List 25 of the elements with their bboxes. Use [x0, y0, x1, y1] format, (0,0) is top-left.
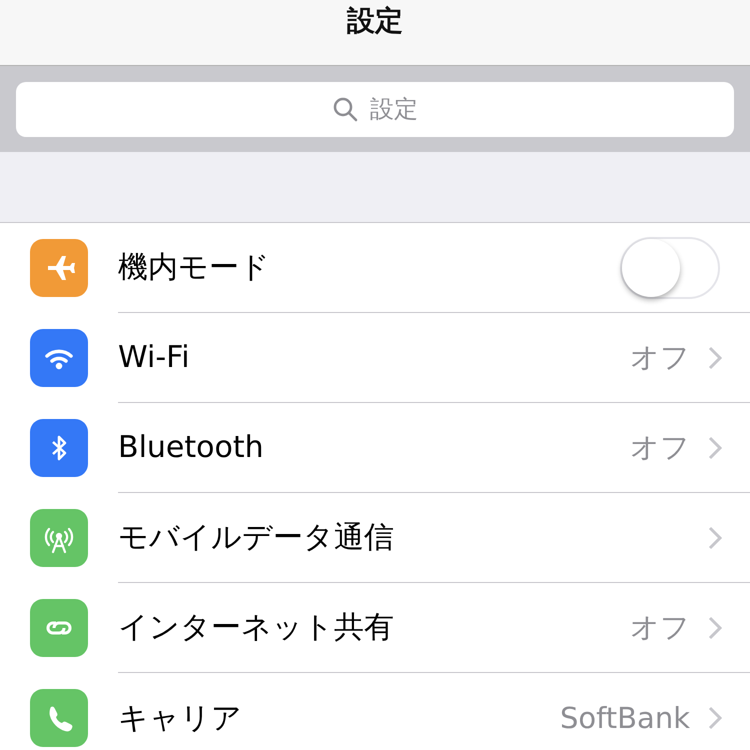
row-label: Wi-Fi	[118, 340, 191, 375]
row-label: モバイルデータ通信	[118, 519, 395, 557]
settings-row[interactable]: Wi-Fi オフ	[0, 313, 750, 403]
settings-row[interactable]: 機内モード	[0, 223, 750, 313]
row-value: オフ	[630, 428, 690, 466]
toggle-switch[interactable]	[620, 236, 720, 298]
chevron-icon	[708, 436, 722, 460]
search-icon	[332, 96, 358, 122]
chevron-icon	[708, 616, 722, 640]
row-value: オフ	[630, 338, 690, 376]
settings-row[interactable]: Bluetooth オフ	[0, 403, 750, 493]
row-value: SoftBank	[560, 701, 690, 735]
row-label: キャリア	[118, 700, 243, 738]
chevron-icon	[708, 706, 722, 730]
chevron-icon	[708, 526, 722, 550]
settings-row[interactable]: モバイルデータ通信	[0, 493, 750, 583]
row-value: オフ	[630, 608, 690, 646]
chevron-icon	[708, 346, 722, 370]
settings-row[interactable]: インターネット共有 オフ	[0, 583, 750, 673]
screen-title: 設定	[347, 3, 403, 39]
settings-row[interactable]: キャリア SoftBank	[0, 673, 750, 750]
row-label: Bluetooth	[118, 430, 265, 465]
row-label: 機内モード	[118, 249, 271, 287]
search-placeholder: 設定	[370, 94, 418, 125]
row-label: インターネット共有	[118, 609, 395, 647]
